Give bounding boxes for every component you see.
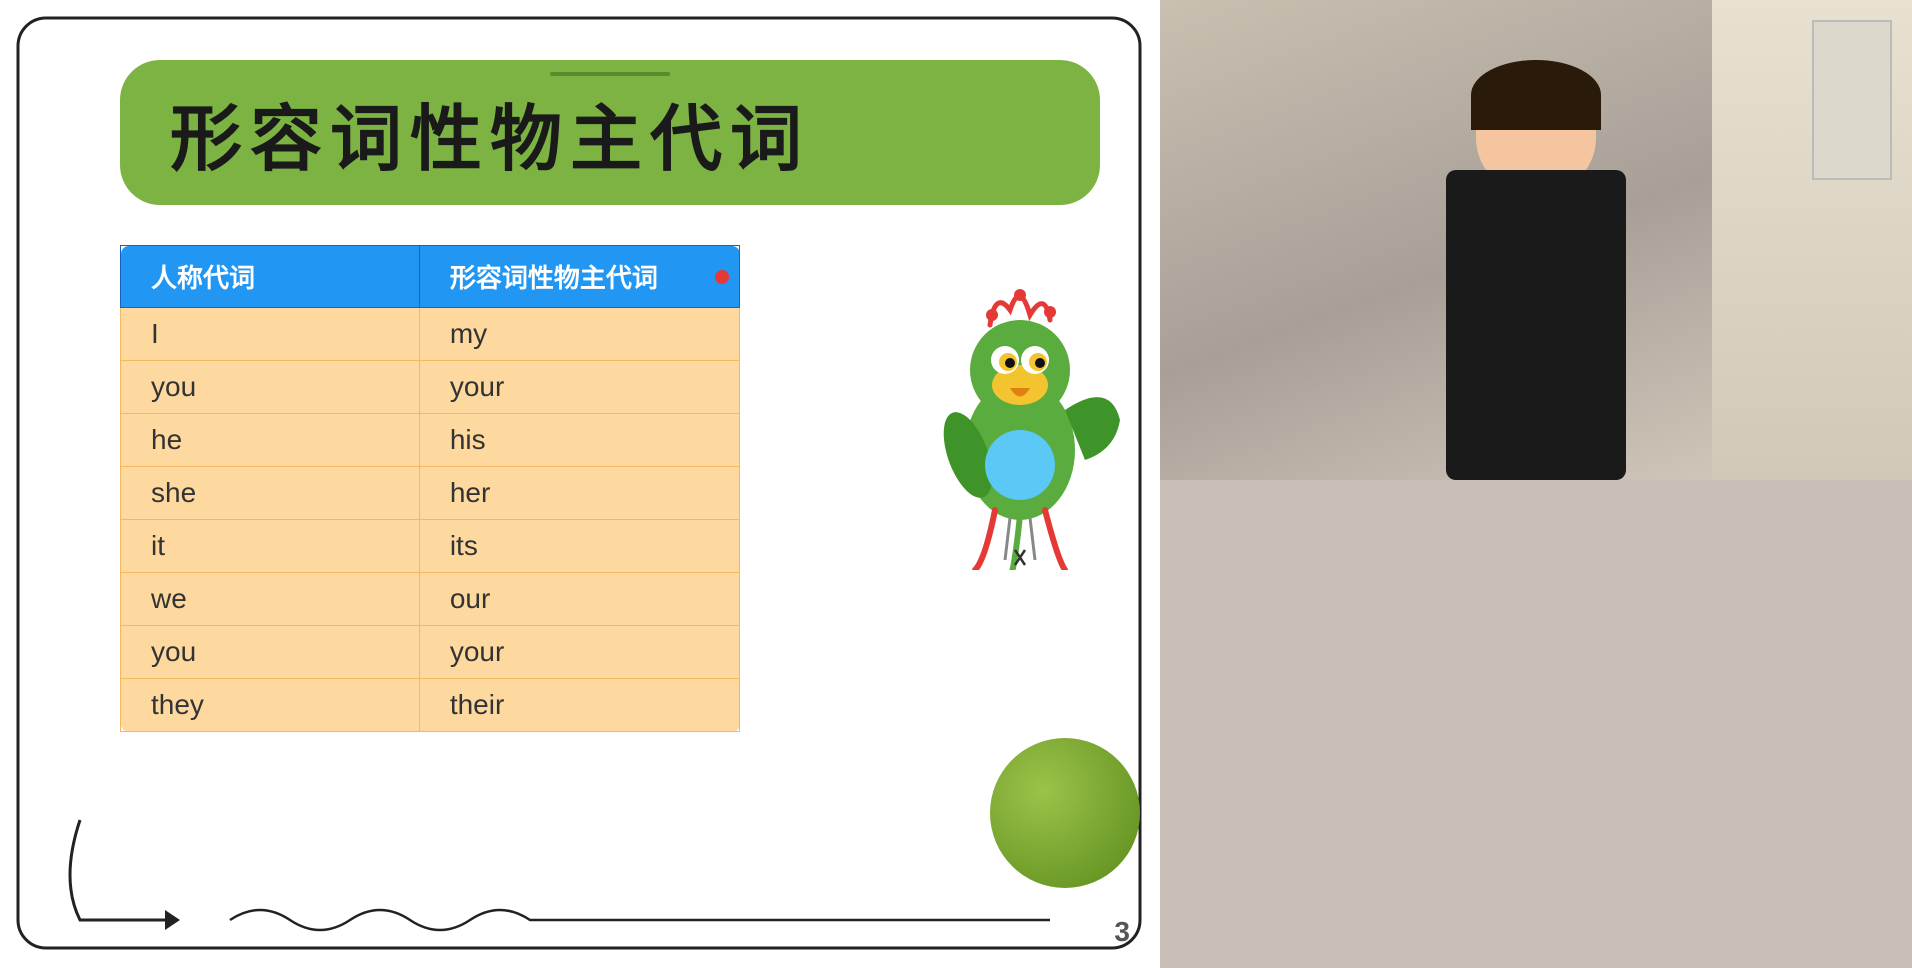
- pronoun-cell: it: [121, 520, 420, 573]
- col2-header: 形容词性物主代词: [419, 246, 739, 308]
- title-banner: 形容词性物主代词: [120, 60, 1100, 205]
- table-row: we our: [121, 573, 740, 626]
- possessive-cell: your: [419, 361, 739, 414]
- pronoun-table: 人称代词 形容词性物主代词 I my you your he his sh: [120, 245, 740, 732]
- possessive-cell: his: [419, 414, 739, 467]
- video-bottom-area: [1160, 480, 1912, 968]
- green-ball: [990, 738, 1140, 888]
- table-row: you your: [121, 626, 740, 679]
- pronoun-cell: you: [121, 361, 420, 414]
- possessive-cell: its: [419, 520, 739, 573]
- table-row: you your: [121, 361, 740, 414]
- col1-header: 人称代词: [121, 246, 420, 308]
- table-row: it its: [121, 520, 740, 573]
- pronoun-cell: you: [121, 626, 420, 679]
- table-row: I my: [121, 308, 740, 361]
- teacher-video: [1160, 0, 1912, 480]
- page-number: 3: [1114, 916, 1130, 948]
- slide-title: 形容词性物主代词: [170, 100, 810, 180]
- red-dot-marker: [715, 270, 729, 284]
- table-row: he his: [121, 414, 740, 467]
- table-row: they their: [121, 679, 740, 732]
- video-panel: [1160, 0, 1912, 968]
- pronoun-cell: we: [121, 573, 420, 626]
- pronoun-cell: I: [121, 308, 420, 361]
- possessive-cell: their: [419, 679, 739, 732]
- parrot-character: [910, 250, 1130, 570]
- slide-area: 形容词性物主代词 人称代词 形容词性物主代词: [0, 0, 1160, 968]
- parrot-svg: [910, 250, 1130, 570]
- table-body: I my you your he his she her it its we o…: [121, 308, 740, 732]
- possessive-cell: her: [419, 467, 739, 520]
- pronoun-cell: she: [121, 467, 420, 520]
- table-row: she her: [121, 467, 740, 520]
- possessive-cell: my: [419, 308, 739, 361]
- possessive-cell: our: [419, 573, 739, 626]
- possessive-cell: your: [419, 626, 739, 679]
- teacher-silhouette: [1386, 60, 1686, 480]
- pronoun-cell: they: [121, 679, 420, 732]
- table-header-row: 人称代词 形容词性物主代词: [121, 246, 740, 308]
- pronoun-cell: he: [121, 414, 420, 467]
